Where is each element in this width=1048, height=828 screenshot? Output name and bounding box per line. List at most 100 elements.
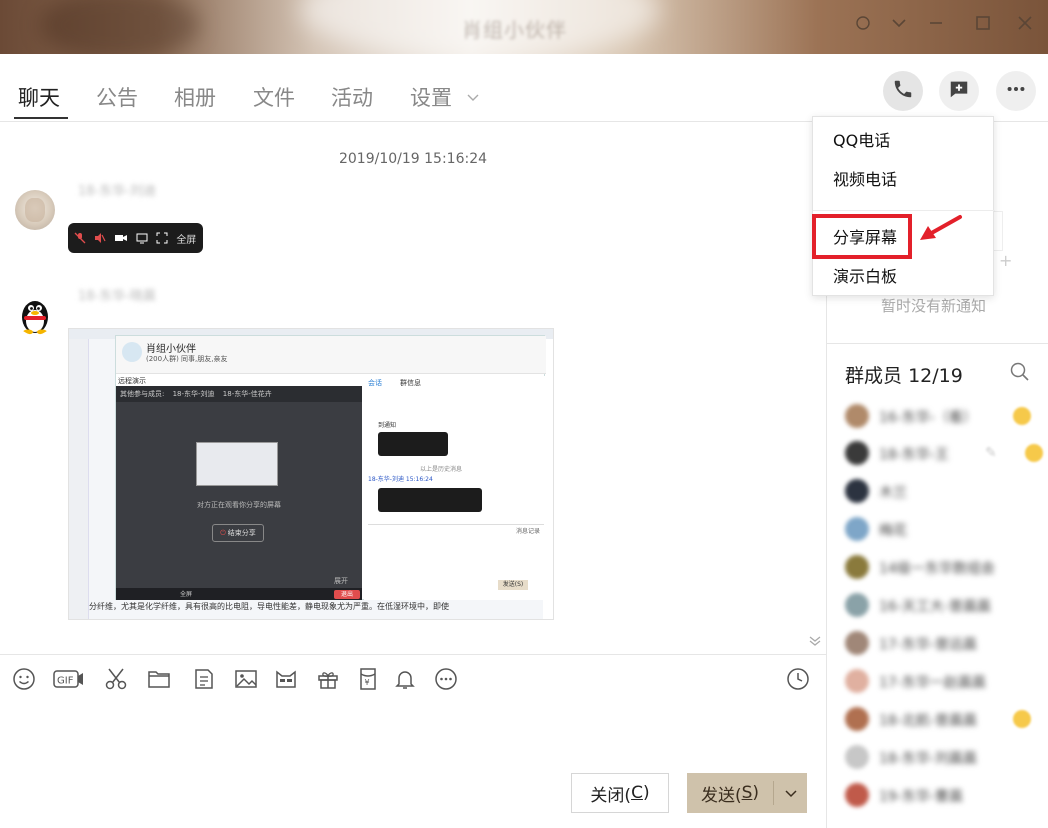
add-notice-icon[interactable]: +	[999, 251, 1012, 270]
member-item[interactable]: 17-东华-曾远晨	[845, 631, 1041, 659]
call-message-bar[interactable]: 全屏	[68, 223, 203, 253]
avatar	[845, 631, 869, 655]
active-tab-underline	[14, 117, 68, 119]
remote-demo-label: 远程演示	[118, 377, 146, 385]
sender-name: 18-东华-晓晨	[78, 289, 156, 304]
tab-chat[interactable]: 聊天	[18, 82, 60, 112]
members-label: 群成员	[845, 365, 903, 387]
member-item[interactable]: 16-东华-（看）	[845, 404, 1041, 432]
close-label-tail: )	[642, 783, 650, 803]
power-icon: ⏻	[220, 528, 226, 537]
cat-icon[interactable]	[274, 667, 298, 691]
folder-icon[interactable]	[147, 667, 171, 691]
end-share-button: ⏻ 结束分享	[212, 524, 264, 542]
avatar	[845, 707, 869, 731]
avatar	[845, 593, 869, 617]
maximize-icon[interactable]	[972, 14, 994, 36]
red-packet-icon[interactable]: ¥	[356, 667, 380, 691]
avatar[interactable]	[15, 295, 55, 335]
emoji-icon[interactable]	[12, 667, 36, 691]
close-label: 关闭(	[590, 785, 632, 806]
search-icon[interactable]	[1009, 361, 1031, 383]
member-item[interactable]: 18-东华-王 ✎	[845, 441, 1043, 469]
share-controls-bar: 全屏	[116, 588, 362, 600]
svg-text:¥: ¥	[365, 678, 370, 687]
history-clock-icon[interactable]	[786, 667, 810, 691]
member-name: 木兰	[879, 485, 907, 501]
close-button[interactable]: 关闭(C)	[571, 773, 669, 813]
phone-call-button[interactable]	[883, 71, 923, 111]
scroll-down-icon[interactable]	[808, 635, 822, 651]
avatar	[122, 342, 142, 362]
record-label: 消息记录	[515, 528, 540, 535]
highlight-box	[812, 214, 912, 259]
mic-muted-icon	[74, 231, 86, 245]
fullscreen-label: 全屏	[180, 591, 193, 598]
scissors-icon[interactable]	[104, 667, 128, 691]
tab-files[interactable]: 文件	[253, 82, 295, 112]
qq-window-header: 肖组小伙伴 (200人群) 同事,朋友,亲友	[116, 336, 546, 374]
mini-toolbar: 消息记录	[368, 524, 544, 535]
close-icon[interactable]	[1014, 14, 1036, 36]
send-main[interactable]: 发送(S)	[687, 773, 773, 813]
group-title: 肖组小伙伴	[146, 344, 196, 355]
call-options-menu: QQ电话 视频电话 分享屏幕 演示白板	[812, 116, 995, 296]
pencil-icon: ✎	[985, 445, 997, 461]
chevron-down-icon[interactable]	[888, 14, 910, 36]
doc-icon[interactable]	[192, 667, 216, 691]
avatar[interactable]	[15, 190, 55, 230]
send-options-button[interactable]	[774, 773, 807, 813]
input-toolbar: GIF ¥	[0, 654, 826, 702]
chat-messages[interactable]: 2019/10/19 15:16:24 18-东华-刘迪 全屏 18-东华-晓晨	[0, 123, 826, 653]
menu-divider	[813, 210, 995, 211]
mini-call-bar	[378, 488, 482, 512]
member-item[interactable]: 木兰	[845, 479, 1041, 507]
member-name: 16-天工大-曾晨晨	[879, 599, 991, 615]
annotation-arrow-icon	[918, 214, 964, 242]
qq-penguin-icon	[22, 301, 48, 335]
member-item[interactable]: 梅花	[845, 517, 1041, 545]
gif-icon[interactable]: GIF	[53, 667, 85, 691]
tab-announcement[interactable]: 公告	[96, 82, 138, 112]
member-item[interactable]: 18-北航-曾晨晨	[845, 707, 1041, 735]
message-input[interactable]: 关闭(C) 发送(S)	[0, 702, 826, 828]
menu-item-whiteboard[interactable]: 演示白板	[813, 259, 995, 295]
participant-name: 18-东华-佳花卉	[222, 390, 272, 398]
more-icon	[1005, 78, 1027, 104]
sidebar-divider	[827, 343, 1048, 344]
sender-name: 18-东华-刘迪	[78, 184, 156, 199]
image-icon[interactable]	[234, 667, 258, 691]
more-button[interactable]	[996, 71, 1036, 111]
expand-label: 展开	[334, 577, 348, 585]
member-badge	[1013, 710, 1031, 728]
member-item[interactable]: 19-东华-曹晨	[845, 783, 1041, 811]
end-share-label: 结束分享	[227, 529, 256, 537]
avatar	[845, 745, 869, 769]
add-chat-button[interactable]	[939, 71, 979, 111]
close-shortcut: C	[631, 783, 643, 803]
tab-chat: 会话	[368, 379, 382, 387]
shared-screenshot-image[interactable]: 肖组小伙伴 (200人群) 同事,朋友,亲友 远程演示 其他参与成员: 18-东…	[68, 328, 554, 620]
send-button[interactable]: 发送(S)	[687, 773, 807, 813]
member-item[interactable]: 18-东华-刘晨晨	[845, 745, 1041, 773]
doc-sidebar	[69, 339, 89, 619]
member-item[interactable]: 14级一东华数组会	[845, 555, 1041, 583]
tab-activities[interactable]: 活动	[331, 82, 373, 112]
menu-item-qq-call[interactable]: QQ电话	[813, 123, 995, 159]
tab-settings[interactable]: 设置	[410, 82, 479, 112]
avatar	[845, 555, 869, 579]
screen-share-icon	[136, 231, 148, 245]
minimize-icon[interactable]	[925, 14, 947, 36]
menu-item-video-call[interactable]: 视频电话	[813, 162, 995, 198]
more-circle-icon[interactable]	[434, 667, 458, 691]
add-chat-icon	[948, 78, 970, 104]
tab-group-info: 群信息	[400, 379, 421, 387]
send-label-tail: )	[752, 783, 760, 803]
tab-album[interactable]: 相册	[174, 82, 216, 112]
message-timestamp: 2019/10/19 15:16:24	[338, 151, 488, 167]
gift-icon[interactable]	[316, 667, 340, 691]
bell-icon[interactable]	[393, 667, 417, 691]
theme-icon[interactable]	[852, 14, 874, 36]
member-item[interactable]: 16-天工大-曾晨晨	[845, 593, 1041, 621]
member-item[interactable]: 17-东华一赵晨晨	[845, 669, 1041, 697]
